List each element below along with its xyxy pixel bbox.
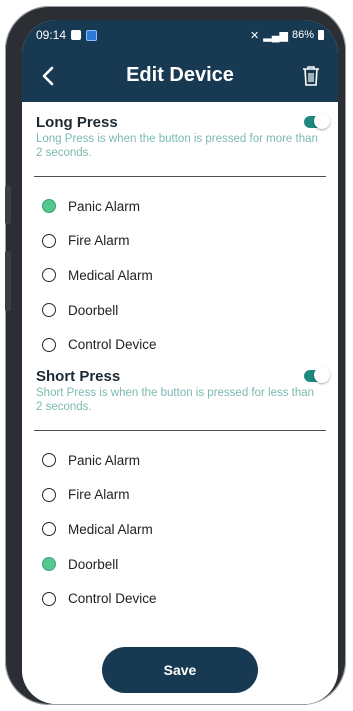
radio-button[interactable] xyxy=(42,453,56,468)
mute-icon: ✕ xyxy=(250,29,260,42)
option-label: Panic Alarm xyxy=(68,452,141,468)
short-press-option-fire-alarm[interactable]: Fire Alarm xyxy=(22,478,338,513)
radio-button[interactable] xyxy=(42,199,56,214)
long-press-option-doorbell[interactable]: Doorbell xyxy=(22,293,338,328)
short-press-toggle[interactable] xyxy=(304,366,330,383)
app-notification-icon xyxy=(86,29,98,41)
short-press-option-doorbell[interactable]: Doorbell xyxy=(22,547,338,582)
battery-icon xyxy=(318,30,324,40)
phone-frame: 09:14 ✕ ▂▄▆ 86% Edit Device Long Press L… xyxy=(5,6,346,705)
radio-button[interactable] xyxy=(42,337,56,352)
volume-button xyxy=(5,186,11,224)
radio-button[interactable] xyxy=(42,522,56,537)
status-bar: 09:14 ✕ ▂▄▆ 86% xyxy=(22,20,338,50)
radio-button[interactable] xyxy=(42,591,56,606)
trash-icon xyxy=(303,66,319,86)
gallery-notification-icon xyxy=(71,30,82,40)
option-label: Doorbell xyxy=(68,302,119,318)
radio-button[interactable] xyxy=(42,233,56,248)
screen: 09:14 ✕ ▂▄▆ 86% Edit Device Long Press L… xyxy=(22,20,338,704)
option-label: Medical Alarm xyxy=(68,521,153,537)
long-press-option-panic-alarm[interactable]: Panic Alarm xyxy=(22,189,338,224)
option-label: Control Device xyxy=(68,591,157,607)
save-button[interactable]: Save xyxy=(102,647,258,693)
option-label: Doorbell xyxy=(68,556,119,572)
option-label: Fire Alarm xyxy=(68,233,130,249)
content: Long Press Long Press is when the button… xyxy=(22,102,338,704)
option-label: Fire Alarm xyxy=(68,487,130,503)
side-button xyxy=(5,251,11,311)
save-area: Save xyxy=(22,647,338,693)
signal-icon: ▂▄▆ xyxy=(263,29,288,42)
long-press-option-fire-alarm[interactable]: Fire Alarm xyxy=(22,224,338,259)
long-press-option-medical-alarm[interactable]: Medical Alarm xyxy=(22,258,338,293)
long-press-options: Panic Alarm Fire Alarm Medical Alarm Doo… xyxy=(22,177,338,362)
radio-button[interactable] xyxy=(42,268,56,283)
short-press-option-medical-alarm[interactable]: Medical Alarm xyxy=(22,512,338,547)
short-press-description: Short Press is when the button is presse… xyxy=(36,386,315,413)
short-press-option-panic-alarm[interactable]: Panic Alarm xyxy=(22,443,338,478)
toggle-knob xyxy=(314,366,330,383)
long-press-title: Long Press xyxy=(36,114,118,131)
radio-button[interactable] xyxy=(42,487,56,502)
long-press-toggle[interactable] xyxy=(304,113,330,129)
option-label: Panic Alarm xyxy=(68,198,141,214)
status-time: 09:14 xyxy=(36,28,67,42)
radio-button[interactable] xyxy=(42,557,56,572)
short-press-title: Short Press xyxy=(36,367,121,385)
option-label: Control Device xyxy=(68,337,157,353)
short-press-option-control-device[interactable]: Control Device xyxy=(22,581,338,616)
short-press-section: Short Press Short Press is when the butt… xyxy=(22,362,338,616)
page-title: Edit Device xyxy=(126,64,234,86)
delete-button[interactable] xyxy=(296,60,326,92)
radio-button[interactable] xyxy=(42,303,56,318)
short-press-options: Panic Alarm Fire Alarm Medical Alarm Doo… xyxy=(22,431,338,616)
toggle-knob xyxy=(314,113,330,129)
long-press-section: Long Press Long Press is when the button… xyxy=(22,102,338,362)
long-press-option-control-device[interactable]: Control Device xyxy=(22,327,338,362)
option-label: Medical Alarm xyxy=(68,267,153,283)
long-press-description: Long Press is when the button is pressed… xyxy=(36,133,318,159)
battery-level: 86% xyxy=(291,29,314,41)
app-bar: Edit Device xyxy=(22,50,338,102)
